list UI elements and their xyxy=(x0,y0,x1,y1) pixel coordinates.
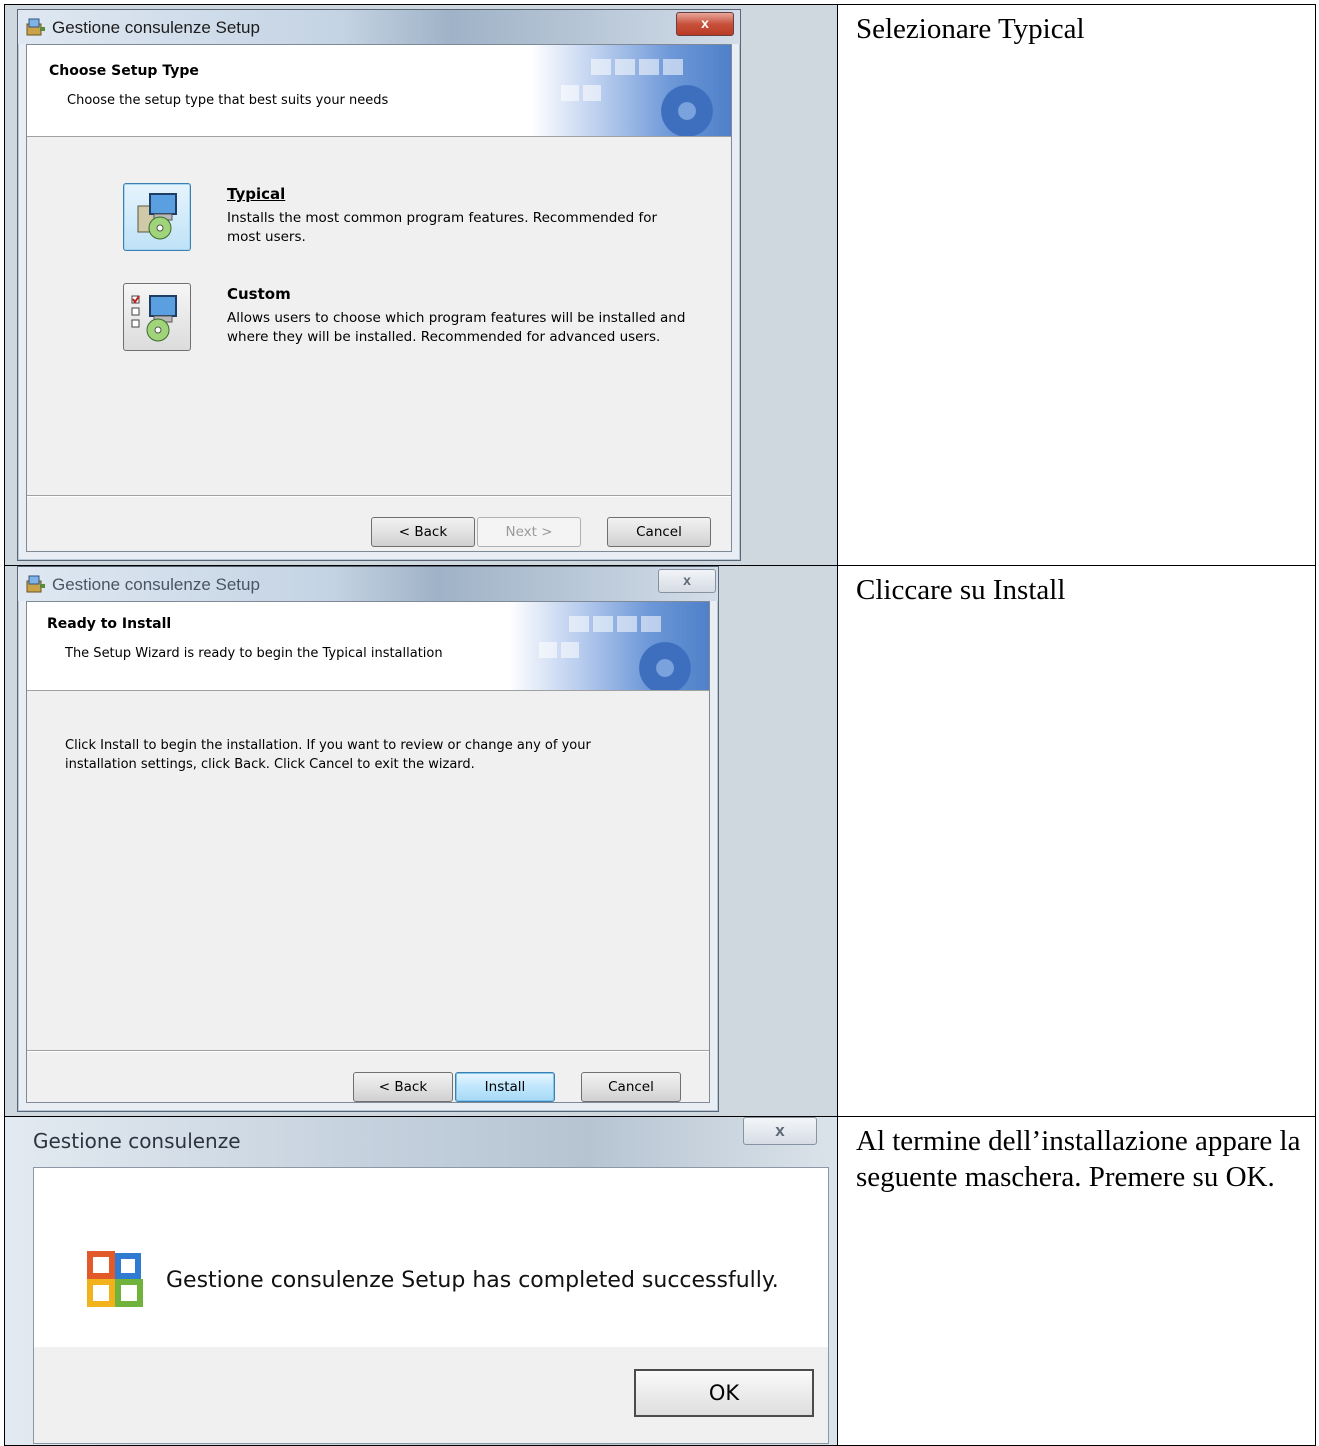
instruction-text: Cliccare su Install xyxy=(856,574,1066,606)
setup-window-step1: Gestione consulenze Setup x Choose Setup… xyxy=(17,9,741,561)
wizard-client: Choose Setup Type Choose the setup type … xyxy=(26,44,732,552)
banner-art xyxy=(509,602,709,690)
window-title: Gestione consulenze Setup xyxy=(52,18,260,37)
install-instructions-line2: installation settings, click Back. Click… xyxy=(65,757,475,772)
typical-button[interactable] xyxy=(123,183,191,251)
footer-divider xyxy=(27,1050,709,1052)
note-cell-step1: Selezionare Typical xyxy=(837,4,1316,566)
back-button[interactable]: < Back xyxy=(371,517,475,547)
dialog-body: Gestione consulenze Setup has completed … xyxy=(33,1167,829,1349)
custom-description: Allows users to choose which program fea… xyxy=(227,310,686,345)
wizard-banner: Choose Setup Type Choose the setup type … xyxy=(27,45,731,137)
install-instructions-line1: Click Install to begin the installation.… xyxy=(65,738,591,753)
typical-label: Typical xyxy=(227,185,286,203)
next-button[interactable]: Next > xyxy=(477,517,581,547)
typical-title: Typical xyxy=(227,185,285,203)
screenshot-cell-step2: Gestione consulenze Setup x Ready to Ins… xyxy=(4,565,838,1117)
title-bar: Gestione consulenze Setup x xyxy=(18,10,740,44)
footer-divider xyxy=(27,495,731,497)
instruction-text: Selezionare Typical xyxy=(856,13,1085,45)
window-title: Gestione consulenze Setup xyxy=(52,575,260,594)
ok-button[interactable]: OK xyxy=(634,1369,814,1417)
instruction-table: Gestione consulenze Setup x Choose Setup… xyxy=(4,4,1316,1446)
custom-label: Custom xyxy=(227,285,291,303)
custom-button[interactable] xyxy=(123,283,191,351)
close-button[interactable]: x xyxy=(743,1117,817,1145)
setup-window-step2: Gestione consulenze Setup x Ready to Ins… xyxy=(17,566,719,1112)
custom-title: Custom xyxy=(227,285,291,303)
installer-icon xyxy=(26,575,45,593)
note-cell-step3: Al termine dell’installazione appare la … xyxy=(837,1116,1316,1446)
screenshot-cell-step1: Gestione consulenze Setup x Choose Setup… xyxy=(4,4,838,566)
note-cell-step2: Cliccare su Install xyxy=(837,565,1316,1117)
screenshot-cell-step3: Gestione consulenze x Gestione consulenz… xyxy=(4,1116,838,1446)
close-icon: x xyxy=(701,15,709,31)
completion-dialog: Gestione consulenze x Gestione consulenz… xyxy=(5,1117,837,1445)
dialog-title: Gestione consulenze xyxy=(33,1129,241,1153)
wizard-client: Ready to Install The Setup Wizard is rea… xyxy=(26,601,710,1103)
close-button[interactable]: x xyxy=(676,12,734,36)
back-button[interactable]: < Back xyxy=(353,1072,453,1102)
page-title: Choose Setup Type xyxy=(49,63,199,79)
instruction-text: Al termine dell’installazione appare la … xyxy=(856,1125,1301,1193)
install-instructions: Click Install to begin the installation.… xyxy=(65,736,685,774)
typical-description: Installs the most common program feature… xyxy=(227,210,658,245)
page-title: Ready to Install xyxy=(47,616,172,632)
close-icon: x xyxy=(683,572,691,588)
custom-setup-icon xyxy=(131,295,177,342)
banner-art xyxy=(531,45,731,136)
cancel-button[interactable]: Cancel xyxy=(607,517,711,547)
wizard-banner: Ready to Install The Setup Wizard is rea… xyxy=(27,602,709,691)
close-icon: x xyxy=(775,1121,785,1140)
typical-setup-icon xyxy=(137,193,177,240)
close-button[interactable]: x xyxy=(658,569,716,593)
page-subtitle: Choose the setup type that best suits yo… xyxy=(67,93,389,108)
office-logo-icon xyxy=(87,1251,143,1307)
install-button[interactable]: Install xyxy=(455,1072,555,1102)
completion-message: Gestione consulenze Setup has completed … xyxy=(166,1268,779,1293)
page-subtitle: The Setup Wizard is ready to begin the T… xyxy=(65,646,443,661)
title-bar: Gestione consulenze Setup x xyxy=(18,567,718,601)
cancel-button[interactable]: Cancel xyxy=(581,1072,681,1102)
dialog-footer: OK xyxy=(33,1347,829,1444)
installer-icon xyxy=(26,18,45,36)
